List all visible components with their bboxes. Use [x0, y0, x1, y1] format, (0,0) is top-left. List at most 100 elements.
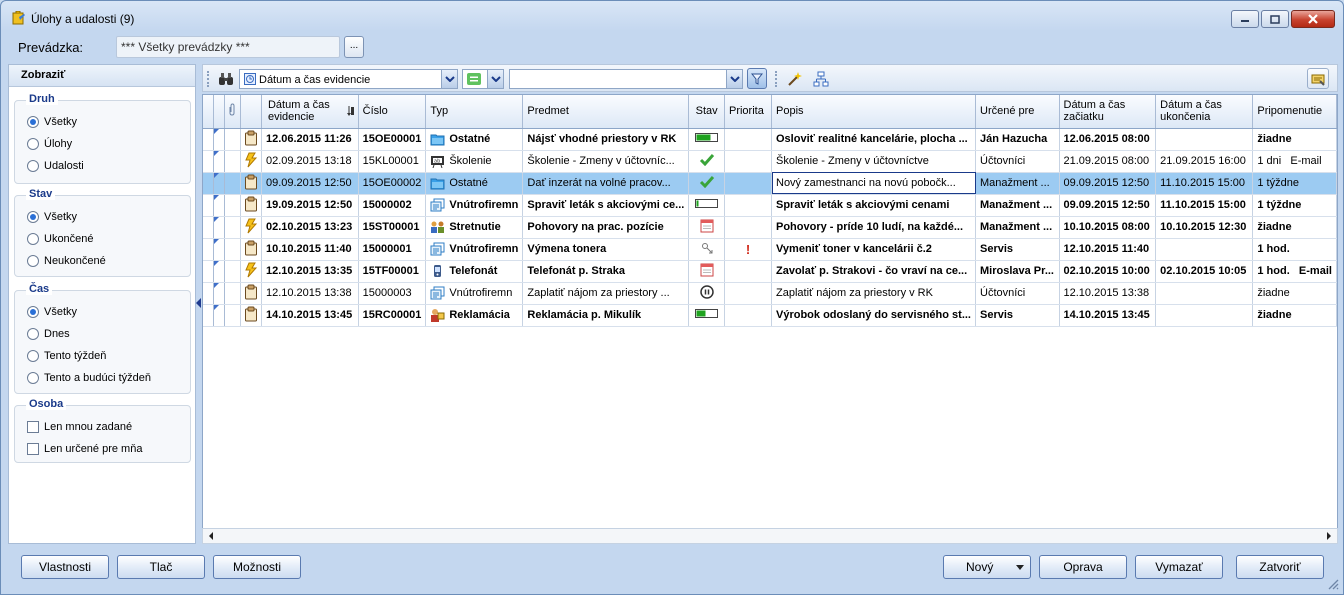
- column-header-datum[interactable]: Dátum a čas evidencie: [261, 95, 359, 129]
- cell-zaciatok: 09.09.2015 12:50: [1059, 194, 1157, 217]
- table-row[interactable]: 10.10.2015 11:40 15000001 Vnútrofiremn Výme…: [203, 238, 1337, 261]
- search-value-input[interactable]: [509, 69, 743, 89]
- column-header-cislo[interactable]: Číslo: [358, 95, 427, 129]
- column-header-ukoncenie[interactable]: Dátum a čas ukončenia: [1155, 95, 1254, 129]
- cas-option-tento-a-buduci[interactable]: Tento a budúci týždeň: [27, 370, 151, 386]
- table-row[interactable]: 12.10.2015 13:38 15000003 Vnútrofiremn Zapl…: [203, 282, 1337, 305]
- column-header-predmet[interactable]: Predmet: [522, 95, 690, 129]
- column-label: Určené pre: [980, 105, 1035, 118]
- column-header-zaciatok[interactable]: Dátum a čas začiatku: [1059, 95, 1157, 129]
- cell-typ: Vnútrofiremn: [425, 194, 524, 217]
- sort-field-select[interactable]: Dátum a čas evidencie: [239, 69, 458, 89]
- table-row[interactable]: 09.09.2015 12:50 15OE00002 Ostatné Dať inze…: [203, 172, 1337, 195]
- column-header-pripomenutie[interactable]: Pripomenutie: [1252, 95, 1337, 129]
- edit-button[interactable]: Oprava: [1039, 555, 1127, 579]
- radio-icon: [27, 233, 39, 245]
- filter-button[interactable]: [747, 68, 767, 89]
- flag-column-header[interactable]: [213, 95, 226, 129]
- clock-icon: [244, 73, 256, 85]
- cell-zaciatok: 21.09.2015 08:00: [1059, 150, 1157, 173]
- druh-option-vsetky[interactable]: Všetky: [27, 114, 77, 130]
- row-indicator[interactable]: [203, 172, 215, 195]
- cell-predmet: Dať inzerát na volné pracov...: [522, 172, 690, 195]
- row-indicator[interactable]: [203, 128, 215, 151]
- row-flag-cell[interactable]: [213, 150, 226, 173]
- osoba-check-urcene[interactable]: Len určené pre mňa: [27, 441, 142, 457]
- group-osoba-title: Osoba: [26, 398, 67, 410]
- table-row[interactable]: 02.10.2015 13:23 15ST00001 Stretnutie Pohov…: [203, 216, 1337, 239]
- cas-option-tento-tyzden[interactable]: Tento týždeň: [27, 348, 106, 364]
- table-row[interactable]: 19.09.2015 12:50 15000002 Vnútrofiremn Spra…: [203, 194, 1337, 217]
- column-header-popis[interactable]: Popis: [771, 95, 976, 129]
- column-header-priorita[interactable]: Priorita: [724, 95, 773, 129]
- column-header-urcene[interactable]: Určené pre: [975, 95, 1060, 129]
- row-indicator[interactable]: [203, 194, 215, 217]
- collapse-arrow-icon[interactable]: [196, 298, 201, 308]
- group-druh-title: Druh: [26, 93, 58, 105]
- stav-option-ukoncene[interactable]: Ukončené: [27, 231, 94, 247]
- scroll-right-icon[interactable]: [1321, 529, 1337, 543]
- location-field[interactable]: *** Všetky prevádzky ***: [116, 36, 340, 58]
- druh-option-udalosti[interactable]: Udalosti: [27, 158, 84, 174]
- maximize-button[interactable]: [1261, 10, 1289, 28]
- attachment-cell: [224, 150, 242, 173]
- kind-column-header[interactable]: [240, 95, 262, 129]
- close-window-button[interactable]: Zatvoriť: [1236, 555, 1324, 579]
- operator-select[interactable]: [462, 69, 504, 89]
- chevron-down-icon[interactable]: [487, 70, 503, 88]
- cell-typ: Vnútrofiremn: [425, 282, 524, 305]
- table-row[interactable]: 12.06.2015 11:26 15OE00001 Ostatné Nájsť vh…: [203, 128, 1337, 151]
- minimize-button[interactable]: [1231, 10, 1259, 28]
- row-indicator[interactable]: [203, 282, 215, 305]
- osoba-check-zadane[interactable]: Len mnou zadané: [27, 419, 132, 435]
- row-indicator[interactable]: [203, 216, 215, 239]
- properties-button[interactable]: Vlastnosti: [21, 555, 109, 579]
- scroll-left-icon[interactable]: [203, 529, 219, 543]
- chevron-down-icon[interactable]: [726, 70, 742, 88]
- stav-option-vsetky[interactable]: Všetky: [27, 209, 77, 225]
- close-button[interactable]: [1291, 10, 1335, 28]
- delete-button[interactable]: Vymazať: [1135, 555, 1223, 579]
- cell-urcene: Účtovníci: [975, 282, 1060, 305]
- row-flag-cell[interactable]: [213, 128, 226, 151]
- druh-option-ulohy[interactable]: Úlohy: [27, 136, 72, 152]
- stav-option-neukoncene[interactable]: Neukončené: [27, 253, 106, 269]
- magic-wand-icon[interactable]: [787, 71, 803, 87]
- table-row[interactable]: 12.10.2015 13:35 15TF00001 Telefonát Telefo…: [203, 260, 1337, 283]
- cell-priorita: !: [724, 238, 773, 261]
- row-indicator[interactable]: [203, 238, 215, 261]
- chevron-down-icon[interactable]: [441, 70, 457, 88]
- grid-settings-button[interactable]: [1307, 68, 1329, 89]
- table-row[interactable]: 02.09.2015 13:18 15KL00001 ab Školenie Škole…: [203, 150, 1337, 173]
- attachment-column-header[interactable]: [224, 95, 242, 129]
- cell-datum: 02.10.2015 13:23: [261, 216, 359, 239]
- row-flag-cell[interactable]: [213, 238, 226, 261]
- binoculars-icon[interactable]: [218, 71, 234, 87]
- new-button[interactable]: Nový: [943, 555, 1031, 579]
- row-flag-cell[interactable]: [213, 282, 226, 305]
- horizontal-scrollbar[interactable]: [202, 528, 1338, 544]
- column-label: Predmet: [527, 105, 569, 118]
- cell-priorita: [724, 260, 773, 283]
- column-header-typ[interactable]: Typ: [425, 95, 524, 129]
- location-browse-button[interactable]: ...: [344, 36, 364, 58]
- print-button[interactable]: Tlač: [117, 555, 205, 579]
- row-flag-cell[interactable]: [213, 304, 226, 327]
- resize-grip-icon[interactable]: [1327, 578, 1339, 590]
- row-indicator[interactable]: [203, 260, 215, 283]
- cell-pripomenutie: 1 týždne: [1252, 172, 1337, 195]
- table-row[interactable]: 14.10.2015 13:45 15RC00001 Reklamácia Rekla…: [203, 304, 1337, 327]
- group-stav: Stav Všetky Ukončené Neukončené: [14, 188, 191, 277]
- cell-popis: Výrobok odoslaný do servisného st...: [771, 304, 976, 327]
- row-flag-cell[interactable]: [213, 260, 226, 283]
- row-indicator[interactable]: [203, 304, 215, 327]
- hierarchy-icon[interactable]: [813, 71, 829, 87]
- cas-option-dnes[interactable]: Dnes: [27, 326, 70, 342]
- column-header-stav[interactable]: Stav: [688, 95, 725, 129]
- row-flag-cell[interactable]: [213, 216, 226, 239]
- row-flag-cell[interactable]: [213, 194, 226, 217]
- row-flag-cell[interactable]: [213, 172, 226, 195]
- cas-option-vsetky[interactable]: Všetky: [27, 304, 77, 320]
- row-indicator[interactable]: [203, 150, 215, 173]
- options-button[interactable]: Možnosti: [213, 555, 301, 579]
